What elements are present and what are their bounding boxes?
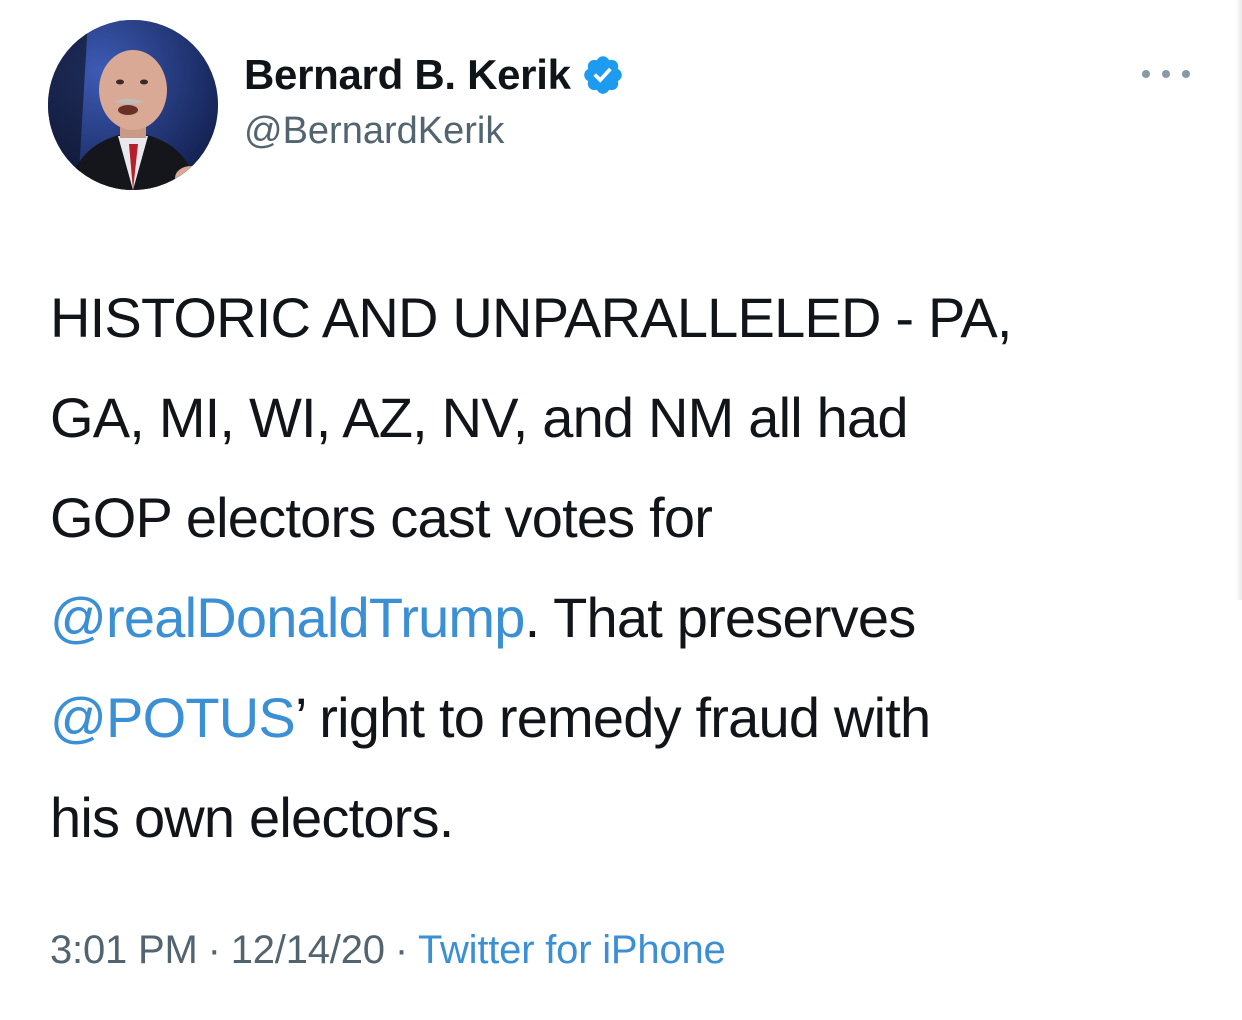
mention-link[interactable]: @realDonaldTrump <box>50 586 525 649</box>
display-name-row: Bernard B. Kerik <box>244 48 625 102</box>
tweet-card: Bernard B. Kerik @BernardKerik HISTORIC … <box>0 0 1242 1020</box>
tweet-text-segment: ’ right to remedy fraud with <box>294 686 931 749</box>
tweet-text-line: GA, MI, WI, AZ, NV, and NM all had <box>50 368 1200 468</box>
tweet-text-segment: HISTORIC AND UNPARALLELED - PA, <box>50 286 1012 349</box>
tweet-date[interactable]: 12/14/20 <box>231 928 385 972</box>
tweet-text-segment: GA, MI, WI, AZ, NV, and NM all had <box>50 386 909 449</box>
more-dot <box>1162 70 1170 78</box>
tweet-text-line: his own electors. <box>50 768 1200 868</box>
more-horizontal-icon[interactable] <box>1142 62 1190 86</box>
tweet-text: HISTORIC AND UNPARALLELED - PA, GA, MI, W… <box>50 268 1200 868</box>
tweet-text-line: GOP electors cast votes for <box>50 468 1200 568</box>
tweet-meta: 3:01 PM · 12/14/20 · Twitter for iPhone <box>50 928 726 973</box>
author-block: Bernard B. Kerik @BernardKerik <box>244 48 625 153</box>
tweet-text-segment: GOP electors cast votes for <box>50 486 713 549</box>
tweet-text-line: @POTUS’ right to remedy fraud with <box>50 668 1200 768</box>
scroll-edge <box>1236 0 1242 600</box>
meta-separator: · <box>394 928 408 972</box>
tweet-time[interactable]: 3:01 PM <box>50 928 198 972</box>
verified-badge-icon <box>581 53 625 97</box>
tweet-text-line: @realDonaldTrump. That preserves <box>50 568 1200 668</box>
avatar[interactable] <box>48 20 218 190</box>
user-handle[interactable]: @BernardKerik <box>244 110 625 153</box>
profile-photo-icon <box>48 20 218 190</box>
mention-link[interactable]: @POTUS <box>50 686 296 749</box>
meta-separator: · <box>207 928 221 972</box>
tweet-text-line: HISTORIC AND UNPARALLELED - PA, <box>50 268 1200 368</box>
more-dot <box>1182 70 1190 78</box>
tweet-source-link[interactable]: Twitter for iPhone <box>418 928 726 972</box>
more-dot <box>1142 70 1150 78</box>
tweet-text-segment: his own electors. <box>50 786 454 849</box>
tweet-text-segment: . That preserves <box>524 586 917 649</box>
display-name[interactable]: Bernard B. Kerik <box>244 51 571 99</box>
